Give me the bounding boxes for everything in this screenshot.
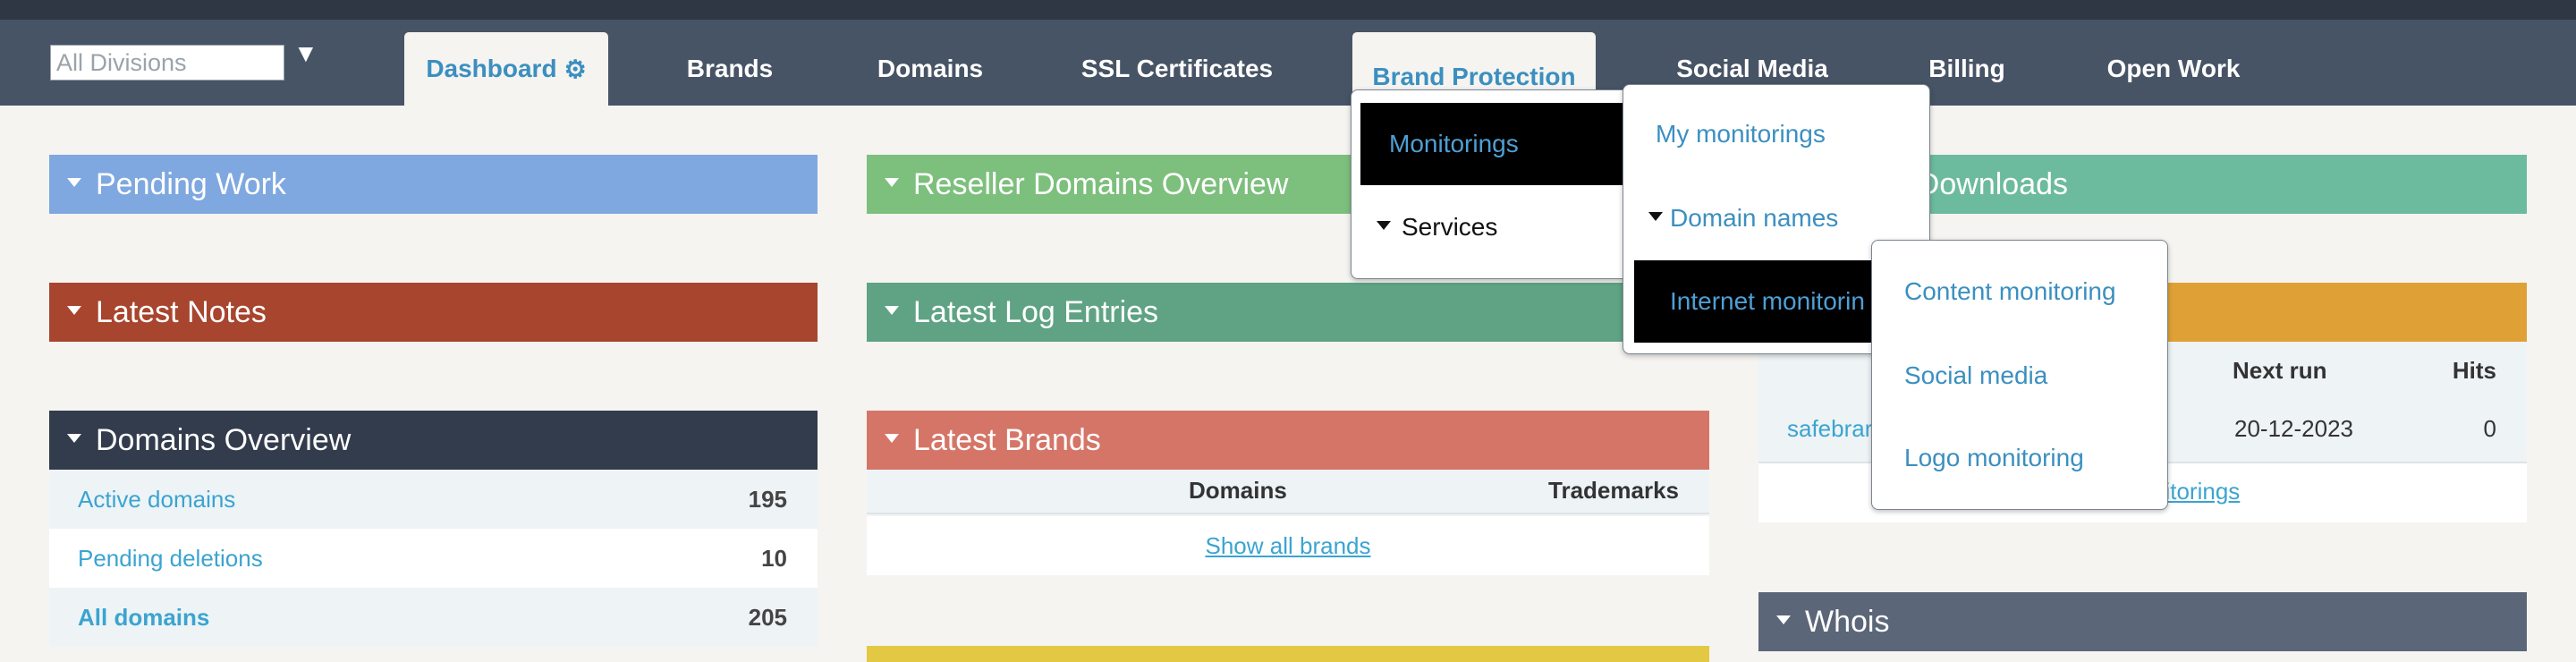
internet-monitoring-submenu: Content monitoring Social media Logo mon… — [1871, 240, 2168, 510]
monitoring-name-link[interactable]: safebrar — [1787, 415, 1872, 443]
latest-brands-table-header: Domains Trademarks — [867, 470, 1709, 514]
caret-down-icon — [885, 306, 899, 315]
whois-title: Whois — [1805, 604, 1890, 639]
tab-dashboard-label: Dashboard — [426, 55, 557, 82]
caret-down-icon — [67, 306, 81, 315]
show-all-brands-link[interactable]: Show all brands — [1206, 532, 1371, 560]
latest-log-title: Latest Log Entries — [913, 294, 1159, 329]
menu-item-social-media-label: Social media — [1904, 361, 2048, 389]
caret-down-icon — [67, 434, 81, 443]
monitoring-next-run: 20-12-2023 — [2234, 415, 2353, 442]
caret-down-icon — [1776, 615, 1791, 624]
tab-dashboard[interactable]: Dashboard ⚙ — [404, 32, 608, 106]
yellow-panel-header[interactable] — [867, 646, 1709, 662]
tab-ssl-certificates[interactable]: SSL Certificates — [1070, 32, 1284, 106]
pending-deletions-count: 10 — [761, 544, 787, 572]
caret-down-icon — [885, 434, 899, 443]
table-row: Active domains 195 — [49, 470, 818, 529]
brand-protection-menu: Monitorings Services — [1351, 89, 1635, 279]
latest-brands-header[interactable]: Latest Brands — [867, 411, 1709, 470]
domains-overview-header[interactable]: Domains Overview — [49, 411, 818, 470]
col-hits: Hits — [2452, 357, 2496, 384]
domains-overview-table: Active domains 195 Pending deletions 10 … — [49, 470, 818, 647]
caret-down-icon — [885, 178, 899, 187]
menu-item-content-monitoring[interactable]: Content monitoring — [1904, 269, 2116, 314]
col-trademarks: Trademarks — [1548, 477, 1679, 504]
division-dropdown-arrow[interactable]: ▼ — [293, 39, 318, 68]
menu-item-internet-monitoring-label: Internet monitorin — [1670, 287, 1865, 315]
latest-brands-footer: Show all brands — [867, 516, 1709, 575]
all-domains-link[interactable]: All domains — [78, 604, 209, 632]
menu-item-services[interactable]: Services — [1377, 201, 1497, 253]
menu-item-content-monitoring-label: Content monitoring — [1904, 277, 2116, 305]
latest-notes-header[interactable]: Latest Notes — [49, 283, 818, 342]
menu-item-domain-names-label: Domain names — [1670, 204, 1839, 232]
pending-work-title: Pending Work — [96, 166, 286, 201]
caret-down-icon — [67, 178, 81, 187]
menu-item-monitorings-label: Monitorings — [1389, 130, 1519, 157]
menu-item-my-monitorings[interactable]: My monitorings — [1656, 112, 1826, 157]
active-domains-link[interactable]: Active domains — [78, 486, 235, 513]
whois-header[interactable]: Whois — [1758, 592, 2527, 651]
top-strip — [0, 0, 2576, 20]
monitoring-hits: 0 — [2483, 415, 2496, 442]
tab-open-work[interactable]: Open Work — [2093, 32, 2254, 106]
division-select[interactable]: All Divisions — [50, 45, 284, 81]
domains-overview-title: Domains Overview — [96, 422, 352, 457]
table-row: All domains 205 — [49, 588, 818, 647]
latest-notes-title: Latest Notes — [96, 294, 267, 329]
gear-icon: ⚙ — [564, 55, 587, 83]
latest-log-header[interactable]: Latest Log Entries — [867, 283, 1709, 342]
caret-down-icon — [1377, 221, 1391, 230]
tab-domains[interactable]: Domains — [860, 32, 1000, 106]
tab-brands[interactable]: Brands — [667, 32, 792, 106]
col-next-run: Next run — [2233, 357, 2327, 384]
reseller-domains-title: Reseller Domains Overview — [913, 166, 1289, 201]
menu-item-services-label: Services — [1402, 213, 1498, 241]
menu-item-monitorings[interactable]: Monitorings — [1360, 103, 1632, 185]
menu-item-domain-names[interactable]: Domain names — [1648, 196, 1838, 241]
col-domains: Domains — [1189, 477, 1287, 504]
pending-deletions-link[interactable]: Pending deletions — [78, 545, 263, 573]
menu-item-my-monitorings-label: My monitorings — [1656, 120, 1826, 148]
all-domains-count: 205 — [748, 603, 787, 631]
active-domains-count: 195 — [748, 485, 787, 513]
pending-work-header[interactable]: Pending Work — [49, 155, 818, 214]
caret-down-icon — [1648, 212, 1663, 221]
menu-item-logo-monitoring-label: Logo monitoring — [1904, 444, 2084, 471]
menu-item-social-media[interactable]: Social media — [1904, 353, 2047, 398]
menu-item-logo-monitoring[interactable]: Logo monitoring — [1904, 436, 2084, 480]
table-row: Pending deletions 10 — [49, 529, 818, 588]
latest-brands-title: Latest Brands — [913, 422, 1101, 457]
